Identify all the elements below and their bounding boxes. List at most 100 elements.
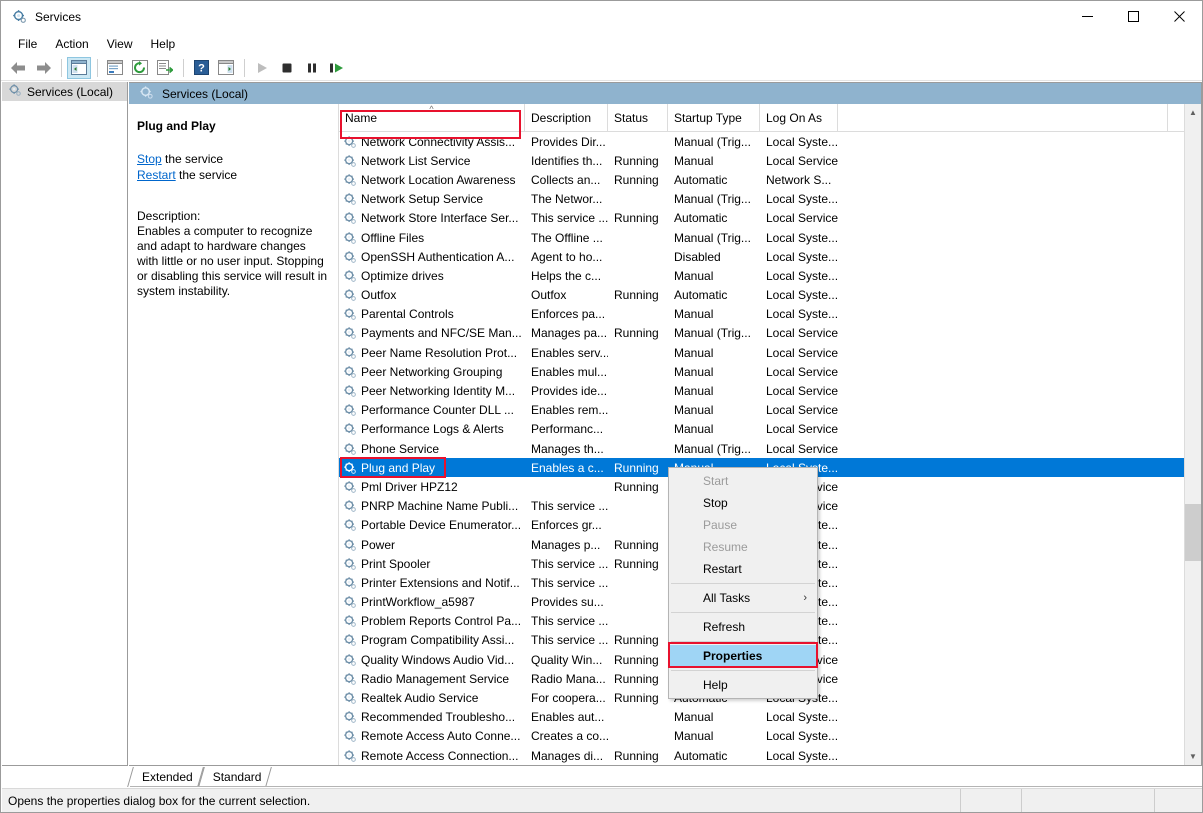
table-row[interactable]: Remote Access Connection...Manages di...… (339, 746, 1201, 765)
service-name-label: Parental Controls (361, 307, 454, 321)
table-row[interactable]: Optimize drivesHelps the c...ManualLocal… (339, 266, 1201, 285)
results-pane-title: Services (Local) (162, 87, 248, 101)
cell-startup-type: Manual (668, 346, 760, 360)
back-button[interactable] (6, 57, 30, 79)
table-row[interactable]: Peer Networking Identity M...Provides id… (339, 381, 1201, 400)
cell-log-on-as: Local Service (760, 442, 838, 456)
menu-item-help[interactable]: Help (669, 674, 817, 696)
service-name-label: Performance Counter DLL ... (361, 403, 514, 417)
table-row[interactable]: Remote Access Auto Conne...Creates a co.… (339, 727, 1201, 746)
tab-extended[interactable]: Extended (130, 767, 201, 787)
service-name-label: Network Setup Service (361, 192, 483, 206)
properties-window-button[interactable] (103, 57, 127, 79)
table-row[interactable]: Parental ControlsEnforces pa...ManualLoc… (339, 305, 1201, 324)
service-gear-icon (343, 461, 357, 475)
column-header-log-on-as[interactable]: Log On As (760, 104, 838, 132)
tree-node-services-local[interactable]: Services (Local) (2, 82, 127, 101)
service-gear-icon (343, 346, 357, 360)
cell-status: Running (608, 633, 668, 647)
cell-description: Provides Dir... (525, 135, 608, 149)
refresh-button[interactable] (128, 57, 152, 79)
cell-status: Running (608, 461, 668, 475)
stop-service-link[interactable]: Stop (137, 152, 162, 166)
table-row[interactable]: Performance Logs & AlertsPerformanc...Ma… (339, 420, 1201, 439)
table-row[interactable]: OutfoxOutfoxRunningAutomaticLocal Syste.… (339, 286, 1201, 305)
pause-service-button[interactable] (300, 57, 324, 79)
service-name-label: Pml Driver HPZ12 (361, 480, 458, 494)
cell-log-on-as: Local Syste... (760, 307, 838, 321)
menu-file[interactable]: File (9, 34, 46, 54)
cell-name: Print Spooler (339, 557, 525, 571)
service-name-label: Recommended Troublesho... (361, 710, 515, 724)
forward-button[interactable] (31, 57, 55, 79)
sort-ascending-icon: ^ (429, 105, 433, 114)
table-row[interactable]: Network Location AwarenessCollects an...… (339, 170, 1201, 189)
column-header-filler (838, 104, 1168, 132)
export-list-button[interactable] (153, 57, 177, 79)
table-row[interactable]: OpenSSH Authentication A...Agent to ho..… (339, 247, 1201, 266)
cell-description: Provides su... (525, 595, 608, 609)
status-bar-panel-1 (961, 789, 1022, 813)
chevron-right-icon: › (803, 592, 807, 604)
cell-description: Provides ide... (525, 384, 608, 398)
minimize-button[interactable] (1064, 1, 1110, 32)
close-button[interactable] (1156, 1, 1202, 32)
show-hide-tree-pane-button[interactable] (67, 57, 91, 79)
tab-standard[interactable]: Standard (201, 767, 270, 787)
help-button[interactable]: ? (189, 57, 213, 79)
menu-item-properties[interactable]: Properties (669, 645, 817, 667)
table-row[interactable]: Peer Name Resolution Prot...Enables serv… (339, 343, 1201, 362)
table-row[interactable]: Recommended Troublesho...Enables aut...M… (339, 708, 1201, 727)
service-context-menu[interactable]: StartStopPauseResumeRestartAll Tasks›Ref… (668, 467, 818, 699)
menu-help[interactable]: Help (142, 34, 185, 54)
table-row[interactable]: Network Connectivity Assis...Provides Di… (339, 132, 1201, 151)
service-gear-icon (343, 518, 357, 532)
table-row[interactable]: Performance Counter DLL ... Enables rem..… (339, 401, 1201, 420)
restart-service-button[interactable] (325, 57, 349, 79)
column-header-description-label: Description (531, 111, 591, 125)
table-row[interactable]: Network List ServiceIdentifies th...Runn… (339, 151, 1201, 170)
cell-name: PrintWorkflow_a5987 (339, 595, 525, 609)
cell-startup-type: Manual (Trig... (668, 442, 760, 456)
maximize-button[interactable] (1110, 1, 1156, 32)
scroll-down-arrow-icon[interactable]: ▼ (1185, 748, 1201, 765)
cell-log-on-as: Local Service (760, 346, 838, 360)
column-header-startup-type[interactable]: Startup Type (668, 104, 760, 132)
menu-item-restart[interactable]: Restart (669, 558, 817, 580)
cell-log-on-as: Network S... (760, 173, 838, 187)
menu-action[interactable]: Action (46, 34, 97, 54)
table-row[interactable]: Offline FilesThe Offline ...Manual (Trig… (339, 228, 1201, 247)
menu-item-label: Help (703, 678, 728, 692)
scrollbar-thumb[interactable] (1185, 504, 1201, 561)
column-header-status[interactable]: Status (608, 104, 668, 132)
restart-service-link[interactable]: Restart (137, 168, 176, 182)
menu-view[interactable]: View (98, 34, 142, 54)
cell-description: For coopera... (525, 691, 608, 705)
table-row[interactable]: Payments and NFC/SE Man...Manages pa...R… (339, 324, 1201, 343)
menu-item-stop[interactable]: Stop (669, 492, 817, 514)
stop-service-button[interactable] (275, 57, 299, 79)
service-gear-icon (343, 480, 357, 494)
cell-description: Enables rem... (525, 403, 608, 417)
show-action-pane-button[interactable] (214, 57, 238, 79)
cell-name: Power (339, 538, 525, 552)
console-tree-pane: Services (Local) (2, 82, 128, 766)
service-gear-icon (343, 749, 357, 763)
toolbar-separator (61, 59, 62, 77)
service-name-label: Realtek Audio Service (361, 691, 478, 705)
start-service-button[interactable] (250, 57, 274, 79)
menu-item-all-tasks[interactable]: All Tasks› (669, 587, 817, 609)
menu-item-start: Start (669, 470, 817, 492)
services-gear-icon (11, 9, 27, 25)
table-row[interactable]: Network Store Interface Ser...This servi… (339, 209, 1201, 228)
vertical-scrollbar[interactable]: ▲ ▼ (1184, 104, 1201, 765)
column-header-name[interactable]: ^ Name (339, 104, 525, 132)
table-row[interactable]: Phone ServiceManages th...Manual (Trig..… (339, 439, 1201, 458)
table-row[interactable]: Network Setup ServiceThe Networ...Manual… (339, 190, 1201, 209)
cell-name: Radio Management Service (339, 672, 525, 686)
table-row[interactable]: Peer Networking GroupingEnables mul...Ma… (339, 362, 1201, 381)
scroll-up-arrow-icon[interactable]: ▲ (1185, 104, 1201, 121)
menu-item-refresh[interactable]: Refresh (669, 616, 817, 638)
column-header-description[interactable]: Description (525, 104, 608, 132)
service-gear-icon (343, 154, 357, 168)
